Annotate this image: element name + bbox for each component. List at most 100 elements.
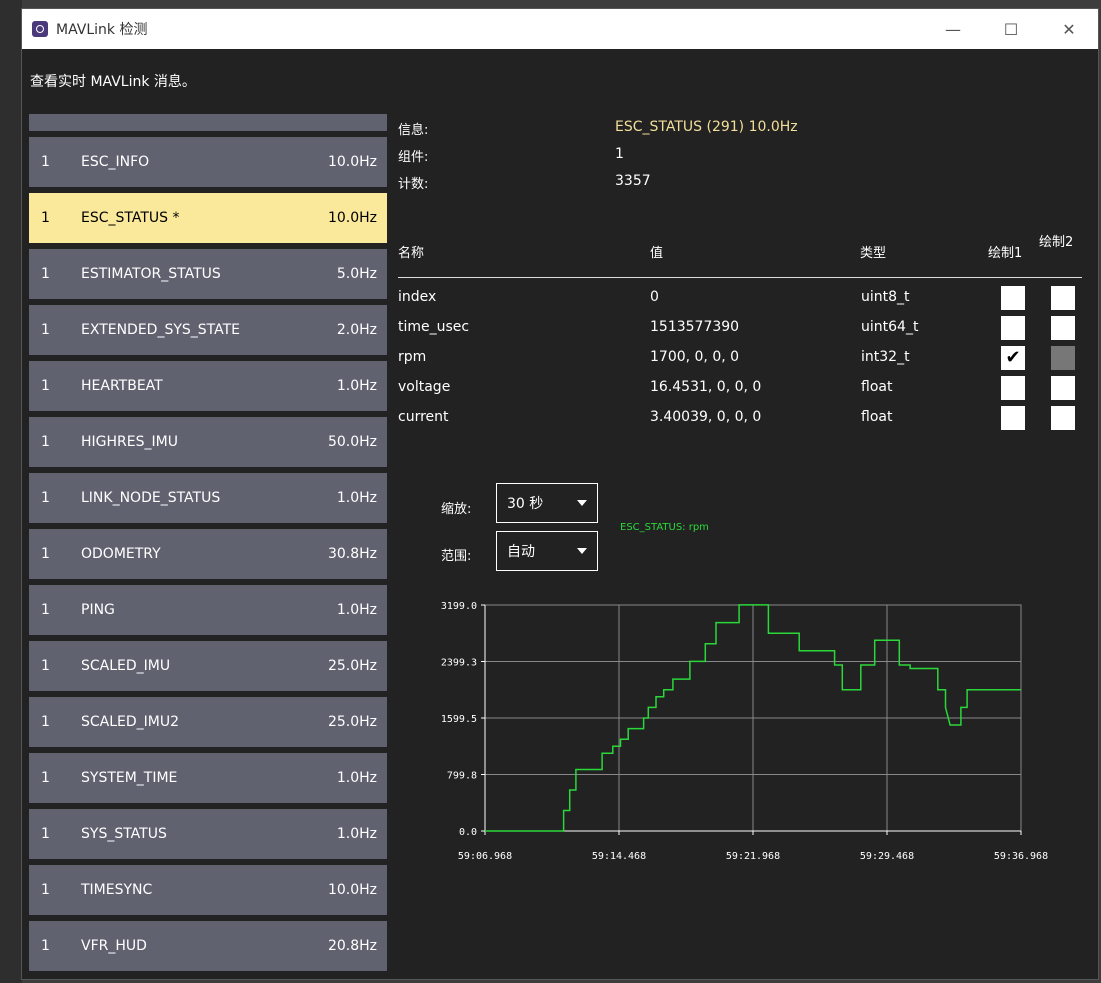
column-header-value: 值 [650,246,664,261]
checkmark-icon: ✔ [1005,347,1021,368]
plot1-checkbox[interactable]: ✔ [1001,346,1025,370]
minimize-icon: — [945,19,961,39]
message-hz: 1.0Hz [336,490,377,506]
message-hz: 1.0Hz [336,378,377,394]
plot1-checkbox[interactable] [1001,316,1025,340]
window-title: MAVLink 检测 [56,22,148,38]
field-value: 0 [650,289,659,305]
list-item[interactable]: 1 ESC_STATUS * 10.0Hz [29,193,387,243]
field-value: 16.4531, 0, 0, 0 [650,379,762,395]
message-list[interactable]: 1 ESC_INFO 10.0Hz 1 ESC_STATUS * 10.0Hz 1 ESTIM… [29,114,387,977]
field-name: index [398,289,437,305]
message-hz: 2.0Hz [336,322,377,338]
column-header-plot2: 绘制2 [1039,235,1074,250]
close-icon: ✕ [1062,19,1076,39]
column-header-name: 名称 [398,246,425,261]
plot2-checkbox[interactable] [1051,376,1075,400]
list-item[interactable]: 1 PING 1.0Hz [29,585,387,635]
message-comp: 1 [41,490,50,506]
message-name: LINK_NODE_STATUS [81,490,221,506]
list-item[interactable]: 1 HEARTBEAT 1.0Hz [29,361,387,411]
message-hz: 10.0Hz [327,210,377,226]
app-icon [32,21,48,37]
message-list-scroll-top [29,114,387,131]
list-item[interactable]: 1 EXTENDED_SYS_STATE 2.0Hz [29,305,387,355]
message-comp: 1 [41,546,50,562]
message-hz: 50.0Hz [327,434,377,450]
y-tick-label: 0.0 [459,827,477,838]
background-strip [0,0,22,983]
list-item[interactable]: 1 SYSTEM_TIME 1.0Hz [29,753,387,803]
close-button[interactable]: ✕ [1040,9,1098,49]
info-count-label: 计数: [398,177,429,192]
message-hz: 20.8Hz [327,938,377,954]
message-hz: 25.0Hz [327,658,377,674]
minimize-button[interactable]: — [924,9,982,49]
info-message-label: 信息: [398,123,429,138]
zoom-combobox[interactable]: 30 秒 [496,483,598,523]
message-comp: 1 [41,266,50,282]
plot1-checkbox[interactable] [1001,406,1025,430]
message-comp: 1 [41,434,50,450]
message-comp: 1 [41,882,50,898]
zoom-value: 30 秒 [507,496,544,512]
list-item[interactable]: 1 VFR_HUD 20.8Hz [29,921,387,971]
info-component-label: 组件: [398,150,429,165]
field-name: current [398,409,449,425]
range-label: 范围: [441,549,472,564]
column-header-plot1: 绘制1 [988,246,1023,261]
description-text: 查看实时 MAVLink 消息。 [30,74,196,90]
header-divider [398,277,1082,278]
message-name: ESC_INFO [81,154,150,170]
column-header-type: 类型 [860,246,887,261]
chevron-down-icon [577,500,587,506]
list-item[interactable]: 1 SCALED_IMU 25.0Hz [29,641,387,691]
message-comp: 1 [41,938,50,954]
message-hz: 10.0Hz [327,882,377,898]
message-name: SCALED_IMU2 [81,714,180,730]
info-component-value: 1 [615,146,624,162]
message-name: PING [81,602,115,618]
list-item[interactable]: 1 LINK_NODE_STATUS 1.0Hz [29,473,387,523]
maximize-button[interactable]: ☐ [982,9,1040,49]
list-item[interactable]: 1 TIMESYNC 10.0Hz [29,865,387,915]
info-count-value: 3357 [615,173,651,189]
y-tick-label: 1599.5 [441,714,477,725]
list-item[interactable]: 1 HIGHRES_IMU 50.0Hz [29,417,387,467]
message-name: SCALED_IMU [81,658,171,674]
plot2-checkbox[interactable] [1051,316,1075,340]
x-tick-label: 59:06.968 [458,851,512,862]
list-item[interactable]: 1 ESC_INFO 10.0Hz [29,137,387,187]
plot1-checkbox[interactable] [1001,376,1025,400]
list-item[interactable]: 1 SCALED_IMU2 25.0Hz [29,697,387,747]
range-value: 自动 [507,544,535,560]
message-name: SYSTEM_TIME [81,770,178,786]
list-item[interactable]: 1 ODOMETRY 30.8Hz [29,529,387,579]
zoom-label: 缩放: [441,502,472,517]
plot2-checkbox[interactable] [1051,406,1075,430]
message-name: HIGHRES_IMU [81,434,178,450]
list-item[interactable]: 1 SYS_STATUS 1.0Hz [29,809,387,859]
message-hz: 1.0Hz [336,826,377,842]
plot2-checkbox[interactable] [1051,286,1075,310]
plot1-checkbox[interactable] [1001,286,1025,310]
list-item[interactable]: 1 ESTIMATOR_STATUS 5.0Hz [29,249,387,299]
message-name: ESTIMATOR_STATUS [81,266,221,282]
message-hz: 30.8Hz [327,546,377,562]
message-comp: 1 [41,322,50,338]
message-comp: 1 [41,154,50,170]
maximize-icon: ☐ [1003,19,1019,39]
message-name: SYS_STATUS [81,826,167,842]
message-name: VFR_HUD [81,938,147,954]
message-hz: 25.0Hz [327,714,377,730]
plot2-checkbox [1051,346,1075,370]
message-hz: 1.0Hz [336,602,377,618]
field-type: uint64_t [861,319,919,335]
x-tick-label: 59:36.968 [994,851,1048,862]
chart-legend-series: ESC_STATUS: rpm [620,522,709,533]
message-name: ODOMETRY [81,546,161,562]
field-value: 1513577390 [650,319,740,335]
field-type: int32_t [861,349,910,365]
message-comp: 1 [41,602,50,618]
range-combobox[interactable]: 自动 [496,531,598,571]
